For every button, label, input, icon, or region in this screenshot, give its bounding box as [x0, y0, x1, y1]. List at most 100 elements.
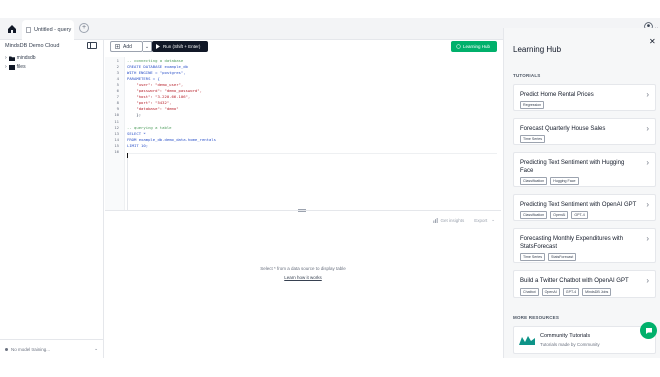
code-line: "password": "demo_password", — [127, 88, 202, 94]
text-cursor — [127, 153, 128, 158]
tutorial-title: Build a Twitter Chatbot with OpenAI GPT — [520, 278, 629, 284]
sidebar-item-label: mindsdb — [16, 55, 36, 61]
chevron-right-icon: › — [5, 55, 7, 61]
code-line: }; — [127, 112, 142, 118]
learning-hub-panel: ✕ Learning Hub TUTORIALS Predict Home Re… — [503, 28, 660, 358]
folder-icon — [8, 56, 15, 61]
code-line: -- querying a table — [127, 124, 172, 130]
tutorial-title: Predicting Text Sentiment with OpenAI GP… — [520, 202, 637, 208]
add-button[interactable]: Add — [110, 41, 143, 52]
code-line: "port": "5432", — [127, 100, 172, 106]
tag: MindsDB Jobs — [582, 288, 612, 296]
line-number: 5 — [116, 82, 119, 88]
sidebar: MindsDB Demo Cloud › mindsdb › files No … — [0, 40, 104, 358]
line-number: 11 — [114, 118, 119, 124]
status-dot-icon — [5, 347, 8, 351]
learning-hub-label: Learning Hub — [463, 44, 491, 49]
bar-chart-icon — [433, 217, 439, 223]
tutorial-card[interactable]: Predicting Text Sentiment with OpenAI GP… — [513, 194, 656, 221]
tag: StatsForecast — [548, 253, 577, 261]
code-line: PARAMETERS = { — [127, 76, 160, 82]
line-number: 16 — [114, 148, 119, 154]
tag: GPT-4 — [571, 211, 588, 219]
code-line: "user": "demo_user", — [127, 82, 184, 88]
model-training-label: No model training... — [11, 346, 51, 352]
tutorial-title: Predict Home Rental Prices — [520, 92, 594, 98]
new-tab-plus-icon[interactable]: + — [79, 23, 89, 33]
tutorial-card[interactable]: Predicting Text Sentiment with Hugging F… — [513, 152, 656, 187]
export-label: Export — [474, 217, 488, 223]
export-button[interactable]: Export ⌄ — [474, 217, 495, 223]
line-number-gutter: 1 2 3 4 5 6 7 8 9 10 11 12 13 14 15 16 — [105, 57, 125, 210]
editor-area: Add ⌄ Run (Shift + Enter) Learning Hub 1… — [105, 40, 501, 211]
line-number: 4 — [116, 76, 119, 82]
chat-support-button[interactable] — [640, 322, 657, 339]
tutorial-card[interactable]: Predict Home Rental Prices › Regression — [513, 84, 656, 111]
code-line: CREATE DATABASE example_db — [127, 64, 188, 70]
tutorial-title: Forecast Quarterly House Sales — [520, 126, 606, 132]
lightbulb-icon — [456, 44, 461, 49]
code-line: WITH ENGINE = "postgres", — [127, 70, 186, 76]
tag: Time Series — [520, 253, 546, 261]
code-editor[interactable]: 1 2 3 4 5 6 7 8 9 10 11 12 13 14 15 16 -- connecting a … — [105, 57, 501, 211]
line-number: 10 — [114, 112, 119, 118]
active-line — [127, 153, 497, 211]
tab-untitled-query[interactable]: Untitled - query — [22, 20, 74, 40]
tag: Chatbot — [520, 288, 539, 296]
file-icon — [26, 27, 31, 33]
tag: Classification — [520, 177, 548, 185]
line-number: 12 — [114, 124, 119, 130]
tab-label: Untitled - query — [34, 27, 72, 33]
hub-title: Learning Hub — [513, 45, 562, 54]
resource-subtitle: Tutorials made by Community — [540, 342, 600, 347]
line-number: 3 — [116, 70, 119, 76]
line-number: 2 — [116, 64, 119, 70]
home-icon[interactable] — [5, 22, 19, 36]
resource-title: Community Tutorials — [540, 333, 591, 339]
close-icon[interactable]: ✕ — [649, 37, 656, 46]
get-insights-label: Get insights — [440, 217, 465, 223]
tag: Regression — [520, 101, 545, 109]
line-number: 13 — [114, 130, 119, 136]
chevron-down-icon: ⌄ — [94, 346, 98, 351]
model-training-status[interactable]: No model training... ⌄ — [0, 339, 104, 358]
tutorial-card[interactable]: Forecast Quarterly House Sales › Time Se… — [513, 118, 656, 145]
tag: Hugging Face — [550, 177, 579, 185]
tutorial-title: Forecasting Monthly Expenditures with St… — [520, 236, 624, 250]
collapse-sidebar-icon[interactable] — [87, 42, 97, 49]
chevron-right-icon: › — [646, 234, 649, 243]
line-number: 7 — [116, 94, 119, 100]
chevron-right-icon: › — [646, 276, 649, 285]
learn-how-link[interactable]: Learn how it works — [105, 275, 501, 280]
sidebar-title: MindsDB Demo Cloud — [5, 43, 60, 49]
add-label: Add — [123, 43, 132, 50]
tag: GPT-4 — [562, 288, 580, 296]
run-label: Run (Shift + Enter) — [163, 44, 201, 49]
learning-hub-button[interactable]: Learning Hub — [451, 41, 497, 52]
code-line: -- connecting a database — [127, 58, 184, 63]
add-icon — [115, 44, 120, 49]
tutorial-card[interactable]: Forecasting Monthly Expenditures with St… — [513, 228, 656, 263]
files-icon — [8, 64, 15, 70]
tag: OpenAI — [541, 288, 560, 296]
tutorial-title: Predicting Text Sentiment with Hugging F… — [520, 160, 625, 174]
chevron-right-icon: › — [646, 158, 649, 167]
chevron-right-icon: › — [646, 124, 649, 133]
tutorial-card[interactable]: Build a Twitter Chatbot with OpenAI GPT … — [513, 270, 656, 298]
chevron-down-icon: ⌄ — [491, 217, 495, 222]
sidebar-item-mindsdb[interactable]: › mindsdb — [5, 55, 36, 61]
run-button[interactable]: Run (Shift + Enter) — [152, 41, 208, 52]
community-tutorials-card[interactable]: Community Tutorials Tutorials made by Co… — [513, 326, 656, 354]
tag: Classification — [520, 211, 548, 219]
chevron-right-icon: › — [646, 90, 649, 99]
results-toolbar: Get insights Export ⌄ — [433, 217, 495, 223]
add-dropdown-chevron-icon[interactable]: ⌄ — [143, 41, 152, 52]
mindsdb-logo-icon — [519, 336, 535, 345]
resize-handle[interactable] — [298, 209, 306, 212]
line-number: 6 — [116, 88, 119, 94]
line-number: 1 — [116, 58, 119, 63]
editor-toolbar: Add ⌄ Run (Shift + Enter) Learning Hub — [105, 40, 501, 54]
code-line: LIMIT 10; — [127, 142, 149, 148]
get-insights-button[interactable]: Get insights — [433, 217, 465, 223]
sidebar-item-files[interactable]: › files — [5, 64, 26, 70]
